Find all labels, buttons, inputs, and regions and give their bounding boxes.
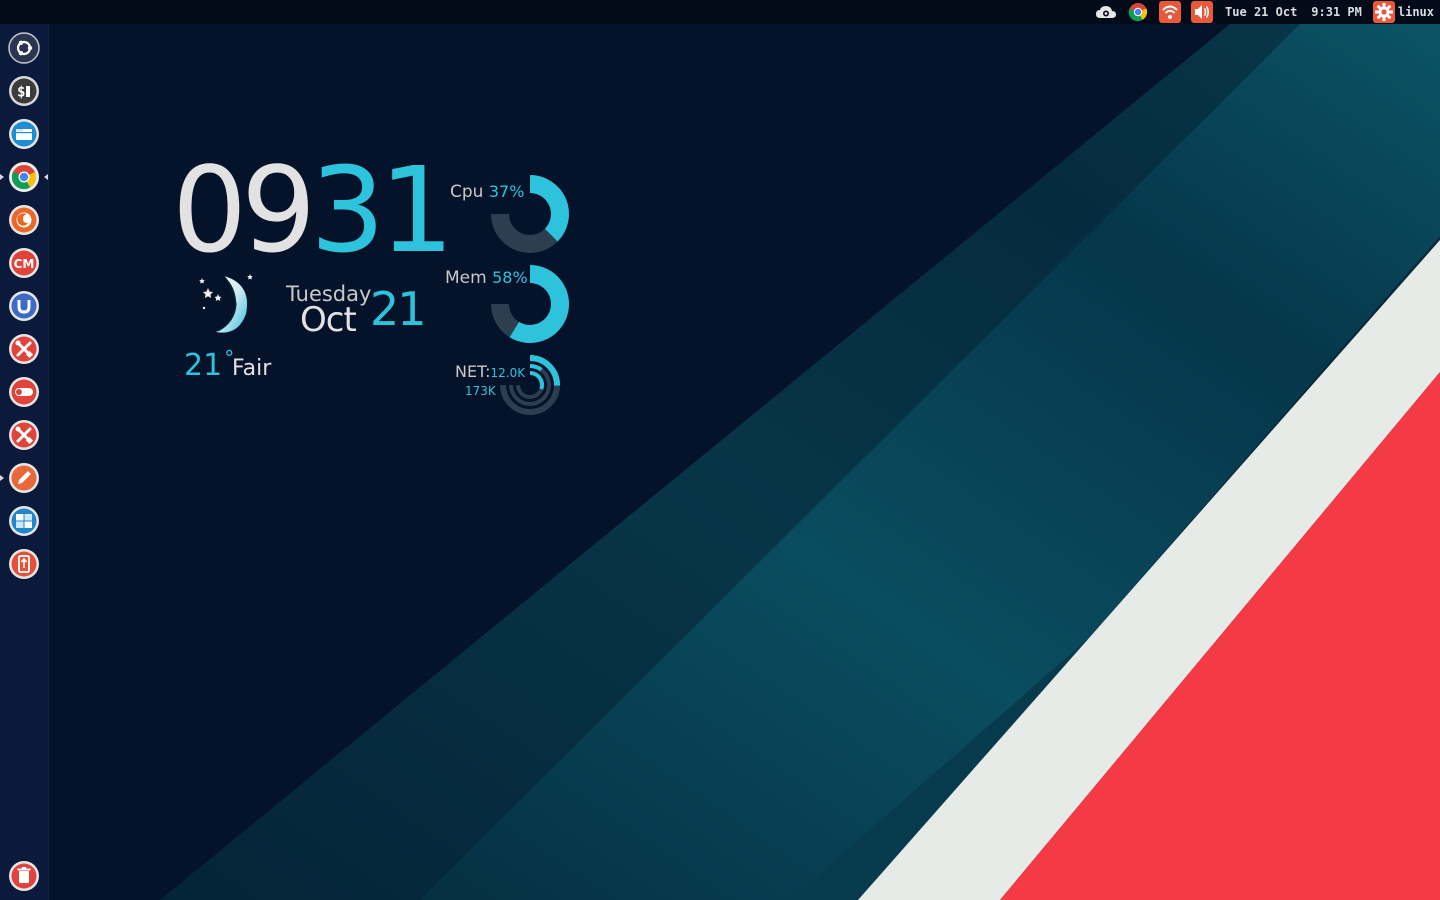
date-month: Oct	[300, 300, 357, 340]
wifi-icon[interactable]	[1159, 1, 1182, 23]
system-tools-icon	[9, 334, 39, 364]
panel-time[interactable]: 9:31 PM	[1311, 5, 1362, 19]
launcher-ccsm[interactable]: CM	[8, 247, 40, 279]
ccsm-icon: CM	[9, 248, 39, 278]
cloud-icon[interactable]	[1095, 1, 1117, 23]
workspace-switcher-icon	[9, 506, 39, 536]
ubuntu-dash-icon	[8, 32, 40, 64]
clock-minutes: 31	[310, 141, 454, 279]
launcher-toggle-settings[interactable]	[8, 376, 40, 408]
moon-stars-icon	[199, 274, 253, 333]
launcher-files[interactable]	[8, 118, 40, 150]
launcher-usb-creator[interactable]	[8, 548, 40, 580]
launcher-text-editor[interactable]	[0, 462, 40, 494]
conky-clock: 0931	[172, 150, 454, 270]
launcher-chrome[interactable]	[0, 161, 48, 193]
panel-username[interactable]: linux	[1398, 5, 1434, 19]
volume-icon[interactable]	[1191, 1, 1214, 23]
terminal-icon: $	[9, 76, 39, 106]
toggle-settings-icon	[9, 377, 39, 407]
weather-condition: Fair	[232, 356, 272, 381]
launcher-terminal[interactable]: $	[8, 75, 40, 107]
panel-date[interactable]: Tue 21 Oct	[1225, 5, 1297, 19]
system-tray: Tue 21 Oct 9:31 PM linux	[1090, 0, 1436, 24]
cpu-label: Cpu 37%	[450, 182, 525, 202]
temperature-value: 21	[184, 348, 223, 383]
clock-hours: 09	[172, 141, 316, 279]
net-down-value: 173K	[465, 384, 496, 398]
unity-launcher: $ CM	[0, 24, 49, 900]
launcher-tools[interactable]	[8, 419, 40, 451]
files-icon	[9, 119, 39, 149]
date-day: 21	[370, 282, 427, 336]
firefox-icon	[9, 205, 39, 235]
net-label: NET:12.0K	[455, 362, 526, 381]
session-menu[interactable]: linux	[1372, 1, 1436, 23]
tools-icon	[9, 420, 39, 450]
launcher-ubuntu-tweak[interactable]	[8, 290, 40, 322]
mem-value: 58%	[492, 268, 528, 287]
weather-temperature: 21 °	[184, 346, 234, 383]
cpu-value: 37%	[488, 182, 525, 201]
desktop-wallpaper	[0, 0, 1440, 900]
launcher-dash[interactable]	[8, 32, 40, 64]
trash-icon	[9, 861, 39, 891]
system-gear-icon[interactable]	[1372, 1, 1395, 23]
net-up-value: 12.0K	[490, 366, 526, 380]
top-panel: Tue 21 Oct 9:31 PM linux	[0, 0, 1440, 24]
text-editor-icon	[9, 463, 39, 493]
focused-indicator	[44, 174, 48, 180]
svg-text:CM: CM	[14, 257, 35, 271]
launcher-trash[interactable]	[8, 860, 40, 892]
usb-creator-icon	[9, 549, 39, 579]
mem-label: Mem 58%	[445, 268, 528, 288]
running-indicator	[0, 475, 4, 481]
chrome-icon	[9, 162, 39, 192]
launcher-firefox[interactable]	[8, 204, 40, 236]
launcher-system-tools[interactable]	[8, 333, 40, 365]
svg-text:$: $	[17, 85, 25, 101]
ubuntu-tweak-icon	[9, 291, 39, 321]
launcher-workspace-switcher[interactable]	[8, 505, 40, 537]
chrome-icon[interactable]	[1127, 1, 1149, 23]
running-indicator	[0, 174, 4, 180]
